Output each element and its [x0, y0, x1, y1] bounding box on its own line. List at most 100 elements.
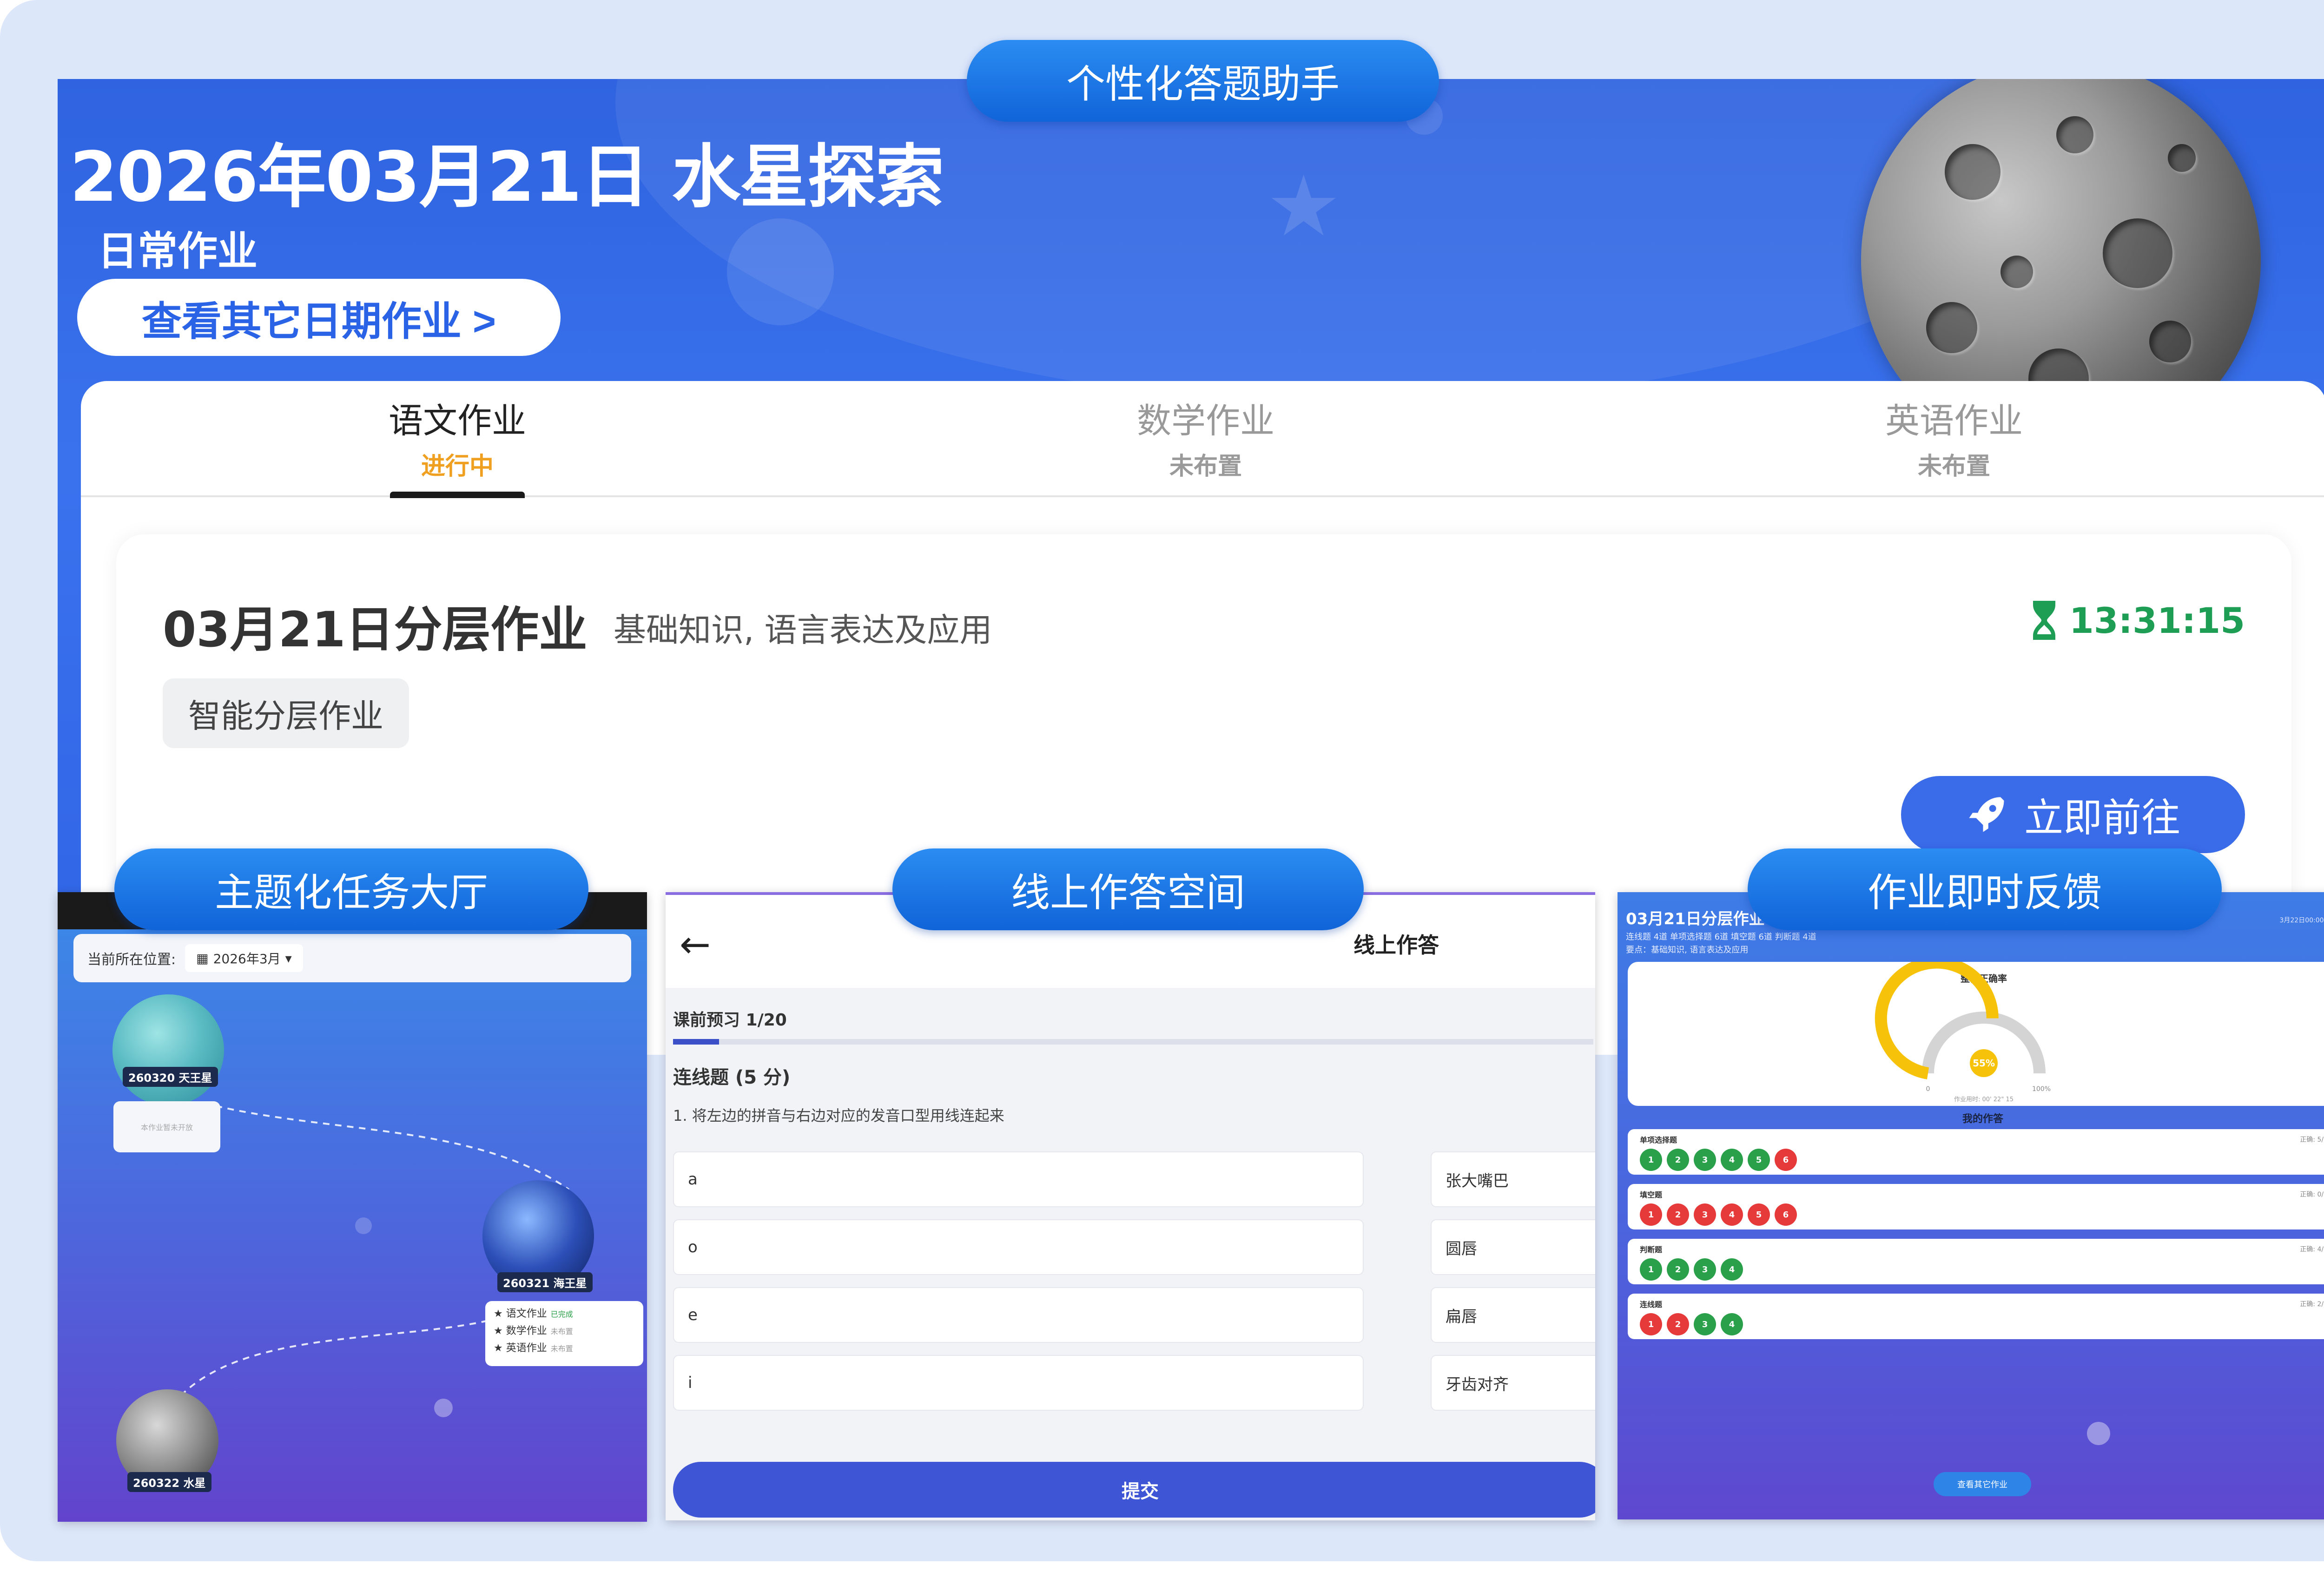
- planet-homework-list[interactable]: ★ 语文作业 已完成 ★ 数学作业 未布置 ★ 英语作业 未布置: [485, 1301, 643, 1366]
- section-label: 判断题: [1640, 1245, 1663, 1254]
- wrong-answer-dot[interactable]: 2: [1667, 1313, 1689, 1335]
- page-subtitle: 日常作业: [98, 228, 257, 275]
- crater: [1945, 144, 2000, 200]
- timer-value: 13:31:15: [2069, 599, 2245, 641]
- match-left-item[interactable]: a: [673, 1151, 1364, 1207]
- feature-pill-online: 线上作答空间: [892, 848, 1364, 930]
- homework-description: 基础知识, 语言表达及应用: [614, 611, 992, 649]
- match-right-item[interactable]: 牙齿对齐: [1431, 1355, 1595, 1411]
- crater: [2056, 116, 2093, 153]
- wrong-answer-dot[interactable]: 1: [1640, 1203, 1662, 1226]
- time-used-text: 作业用时: 00' 22" 15: [1954, 1096, 2014, 1103]
- correct-answer-dot[interactable]: 4: [1721, 1258, 1743, 1281]
- tab-status: 未布置: [1917, 453, 1990, 480]
- subject-tabs: 语文作业 进行中 数学作业 未布置 英语作业 未布置: [81, 381, 2324, 498]
- gauge-max-label: 100%: [2032, 1085, 2051, 1093]
- accuracy-gauge: 55% 0 100% 作业用时: 00' 22" 15: [1875, 962, 2051, 1103]
- my-work-label: 我的作答: [1962, 1113, 2003, 1125]
- feedback-title: 03月21日分层作业: [1626, 910, 1765, 928]
- feature-pill-top: 个性化答题助手: [967, 40, 1439, 122]
- view-other-homework-button[interactable]: 查看其它作业: [1934, 1472, 2031, 1496]
- wrong-answer-dot[interactable]: 5: [1748, 1203, 1770, 1226]
- crater: [2000, 256, 2033, 288]
- planet-label: 260321 海王星: [497, 1272, 593, 1292]
- task-hall-screenshot: 当前所在位置: ▦ 2026年3月 ▾ 260320 天王星 本作业暂未开放 2…: [58, 892, 647, 1522]
- tab-chinese[interactable]: 语文作业 进行中: [318, 381, 597, 498]
- feedback-question-summary: 连线题 4道 单项选择题 6道 填空题 6道 判断题 4道: [1626, 932, 1816, 942]
- section-label: 单项选择题: [1640, 1136, 1677, 1144]
- hw-list-item: ★ 语文作业 已完成: [494, 1308, 573, 1320]
- tab-status: 未布置: [1169, 453, 1242, 480]
- section-row[interactable]: 判断题 正确: 4/4 1234: [1628, 1239, 2324, 1284]
- uranus-planet[interactable]: [112, 994, 224, 1106]
- hw-list-item: ★ 英语作业 未布置: [494, 1342, 573, 1354]
- match-right-item[interactable]: 扁唇: [1431, 1287, 1595, 1343]
- wrong-answer-dot[interactable]: 1: [1640, 1313, 1662, 1335]
- match-left-item[interactable]: o: [673, 1219, 1364, 1275]
- tab-english[interactable]: 英语作业 未布置: [1815, 381, 2093, 497]
- section-label: 填空题: [1640, 1190, 1663, 1199]
- section-score: 正确: 4/4: [2300, 1246, 2324, 1253]
- crater: [1926, 302, 1977, 353]
- view-other-dates-button[interactable]: 查看其它日期作业 >: [77, 279, 561, 356]
- tab-label: 数学作业: [1137, 401, 1274, 441]
- feature-pill-feedback: 作业即时反馈: [1748, 848, 2222, 930]
- correct-answer-dot[interactable]: 4: [1721, 1149, 1743, 1171]
- decorative-circle: [727, 218, 834, 325]
- correct-answer-dot[interactable]: 3: [1694, 1258, 1716, 1281]
- section-score: 正确: 5/6: [2300, 1136, 2324, 1144]
- go-now-button[interactable]: 立即前往: [1901, 776, 2245, 853]
- progress-fill: [673, 1039, 719, 1045]
- correct-answer-dot[interactable]: 2: [1667, 1258, 1689, 1281]
- match-left-item[interactable]: e: [673, 1287, 1364, 1343]
- correct-answer-dot[interactable]: 2: [1667, 1149, 1689, 1171]
- star-icon: ★: [1266, 158, 1341, 255]
- tab-label: 英语作业: [1885, 401, 2023, 441]
- wrong-answer-dot[interactable]: 2: [1667, 1203, 1689, 1226]
- wrong-answer-dot[interactable]: 3: [1694, 1203, 1716, 1226]
- tab-math[interactable]: 数学作业 未布置: [1066, 381, 1345, 497]
- decorative-bubble: [2087, 1422, 2110, 1445]
- question-text: 1. 将左边的拼音与右边对应的发音口型用线连起来: [673, 1107, 1004, 1124]
- tab-status: 进行中: [421, 453, 494, 480]
- rocket-icon: [1969, 797, 2004, 832]
- match-right-item[interactable]: 张大嘴巴: [1431, 1151, 1595, 1207]
- crater: [2103, 218, 2172, 288]
- correct-answer-dot[interactable]: 5: [1748, 1149, 1770, 1171]
- correct-answer-dot[interactable]: 3: [1694, 1149, 1716, 1171]
- page-title: 2026年03月21日 水星探索: [70, 137, 944, 217]
- correct-answer-dot[interactable]: 1: [1640, 1149, 1662, 1171]
- deadline-text: 3月22日00:00 截止: [2279, 917, 2324, 924]
- section-row[interactable]: 连线题 正确: 2/4 1234: [1628, 1294, 2324, 1339]
- wrong-answer-dot[interactable]: 4: [1721, 1203, 1743, 1226]
- decorative-circle: [355, 1217, 372, 1234]
- wrong-answer-dot[interactable]: 6: [1775, 1149, 1797, 1171]
- section-label: 连线题: [1640, 1300, 1663, 1309]
- planet-label: 260320 天王星: [123, 1067, 218, 1087]
- wrong-answer-dot[interactable]: 6: [1775, 1203, 1797, 1226]
- feature-pill-hall: 主题化任务大厅: [114, 848, 588, 930]
- answer-dots: 123456: [1640, 1203, 1797, 1226]
- correct-answer-dot[interactable]: 4: [1721, 1313, 1743, 1335]
- planet-label: 260322 水星: [127, 1472, 211, 1492]
- section-row[interactable]: 填空题 正确: 0/6 123456: [1628, 1184, 2324, 1229]
- gauge-min-label: 0: [1926, 1085, 1930, 1093]
- active-tab-indicator: [390, 492, 525, 498]
- section-row[interactable]: 单项选择题 正确: 5/6 123456: [1628, 1129, 2324, 1175]
- crater: [2168, 144, 2196, 172]
- hw-list-item: ★ 数学作业 未布置: [494, 1325, 573, 1337]
- submit-button[interactable]: 提交: [673, 1462, 1595, 1518]
- countdown-timer: 13:31:15: [2030, 599, 2245, 641]
- back-arrow-icon[interactable]: ←: [680, 923, 711, 966]
- accuracy-card: 整体正确率 55% 0 100% 作业用时: 00' 22" 15: [1628, 962, 2324, 1106]
- tab-label: 语文作业: [389, 401, 526, 441]
- match-right-item[interactable]: 圆唇: [1431, 1219, 1595, 1275]
- answer-dots: 1234: [1640, 1258, 1743, 1281]
- feedback-screenshot: 03月21日分层作业 连线题 4道 单项选择题 6道 填空题 6道 判断题 4道…: [1618, 892, 2324, 1519]
- hourglass-icon: [2033, 601, 2055, 640]
- correct-answer-dot[interactable]: 1: [1640, 1258, 1662, 1281]
- correct-answer-dot[interactable]: 3: [1694, 1313, 1716, 1335]
- page-background: ★ 2026年03月21日 水星探索 日常作业 查看其它日期作业 > 语文作业 …: [0, 0, 2324, 1561]
- match-left-item[interactable]: i: [673, 1355, 1364, 1411]
- progress-label: 课前预习 1/20: [673, 1011, 787, 1030]
